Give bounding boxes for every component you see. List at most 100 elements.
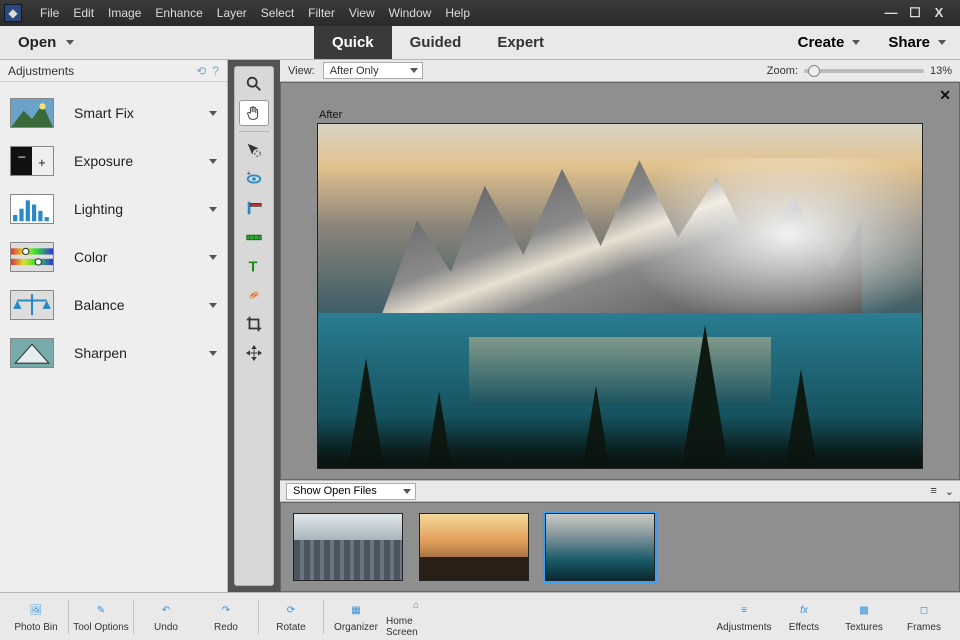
- canvas-stage: ✕ After: [280, 82, 960, 480]
- bin-thumb-1[interactable]: [293, 513, 403, 581]
- adjustments-list: Smart Fix –+ Exposure Lighting Color Bal…: [0, 82, 227, 384]
- create-button[interactable]: Create: [784, 34, 875, 51]
- balance-icon: [10, 290, 54, 320]
- close-document-button[interactable]: ✕: [939, 87, 951, 104]
- adj-label: Exposure: [74, 153, 133, 169]
- adj-balance[interactable]: Balance: [10, 290, 217, 320]
- smart-fix-icon: [10, 98, 54, 128]
- chevron-down-icon: [209, 159, 217, 164]
- tool-options-icon: ✎: [90, 601, 112, 621]
- menubar: File Edit Image Enhance Layer Select Fil…: [26, 6, 470, 20]
- menu-enhance[interactable]: Enhance: [155, 6, 202, 20]
- bin-dropdown[interactable]: Show Open Files: [286, 483, 416, 500]
- menu-select[interactable]: Select: [261, 6, 294, 20]
- adj-exposure[interactable]: –+ Exposure: [10, 146, 217, 176]
- frames-icon: ◻: [913, 601, 935, 621]
- menu-file[interactable]: File: [40, 6, 59, 20]
- menu-edit[interactable]: Edit: [73, 6, 94, 20]
- workspace: Adjustments ⟲ ? Smart Fix –+ Exposure Li…: [0, 60, 960, 592]
- tab-quick[interactable]: Quick: [314, 26, 392, 59]
- photo-bin: [280, 502, 960, 592]
- app-logo-icon: ◆: [4, 4, 22, 22]
- redo-button[interactable]: ↷Redo: [196, 595, 256, 639]
- minimize-button[interactable]: —: [884, 5, 898, 21]
- menu-image[interactable]: Image: [108, 6, 141, 20]
- redeye-tool[interactable]: +: [239, 166, 269, 192]
- tool-options-button[interactable]: ✎Tool Options: [71, 595, 131, 639]
- document-canvas[interactable]: [317, 123, 923, 469]
- mode-tabs: Quick Guided Expert: [314, 26, 562, 59]
- chevron-down-icon: [209, 255, 217, 260]
- home-button[interactable]: ⌂Home Screen: [386, 595, 446, 639]
- share-button[interactable]: Share: [874, 34, 960, 51]
- view-label: View:: [288, 65, 315, 77]
- chevron-down-icon: [852, 40, 860, 45]
- zoom-slider[interactable]: [804, 69, 924, 73]
- actionbar: Open Quick Guided Expert Create Share: [0, 26, 960, 60]
- open-button[interactable]: Open: [0, 26, 92, 59]
- adj-lighting[interactable]: Lighting: [10, 194, 217, 224]
- zoom-label: Zoom:: [767, 65, 798, 77]
- maximize-button[interactable]: ☐: [908, 5, 922, 21]
- chevron-down-icon: [410, 68, 418, 73]
- move-tool[interactable]: [239, 340, 269, 366]
- photo-bin-button[interactable]: 🖼Photo Bin: [6, 595, 66, 639]
- organizer-button[interactable]: ▦Organizer: [326, 595, 386, 639]
- bin-thumb-3[interactable]: [545, 513, 655, 581]
- menu-help[interactable]: Help: [445, 6, 470, 20]
- adjustments-header: Adjustments ⟲ ?: [0, 60, 227, 82]
- app-icon: ◆: [0, 0, 26, 26]
- zoom-value: 13%: [930, 65, 952, 77]
- photo-bin-icon: 🖼: [25, 601, 47, 621]
- adj-label: Sharpen: [74, 345, 127, 361]
- bin-thumb-2[interactable]: [419, 513, 529, 581]
- menu-window[interactable]: Window: [389, 6, 432, 20]
- svg-text:+: +: [38, 156, 45, 170]
- view-dropdown[interactable]: After Only: [323, 62, 423, 79]
- close-button[interactable]: X: [932, 5, 946, 21]
- tab-expert[interactable]: Expert: [479, 26, 562, 59]
- chevron-down-icon: [209, 303, 217, 308]
- fx-icon: fx: [793, 601, 815, 621]
- effects-button[interactable]: fxEffects: [774, 595, 834, 639]
- sliders-icon: ≡: [733, 601, 755, 621]
- adj-color[interactable]: Color: [10, 242, 217, 272]
- textures-button[interactable]: ▩Textures: [834, 595, 894, 639]
- menu-view[interactable]: View: [349, 6, 375, 20]
- toolbox: + T: [234, 66, 274, 586]
- view-value: After Only: [330, 65, 379, 77]
- adjustments-button[interactable]: ≡Adjustments: [714, 595, 774, 639]
- open-label: Open: [18, 34, 56, 51]
- quick-select-tool[interactable]: [239, 137, 269, 163]
- crop-tool[interactable]: [239, 311, 269, 337]
- viewbar: View: After Only Zoom: 13%: [280, 60, 960, 82]
- whiten-tool[interactable]: [239, 195, 269, 221]
- rotate-icon: ⟳: [280, 601, 302, 621]
- home-icon: ⌂: [405, 595, 427, 615]
- slider-knob[interactable]: [808, 65, 820, 77]
- undo-button[interactable]: ↶Undo: [136, 595, 196, 639]
- lighting-icon: [10, 194, 54, 224]
- tab-guided[interactable]: Guided: [392, 26, 480, 59]
- menu-layer[interactable]: Layer: [217, 6, 247, 20]
- adj-smart-fix[interactable]: Smart Fix: [10, 98, 217, 128]
- sharpen-icon: [10, 338, 54, 368]
- menu-filter[interactable]: Filter: [308, 6, 335, 20]
- reset-icon[interactable]: ⟲: [196, 64, 206, 78]
- rotate-button[interactable]: ⟳Rotate: [261, 595, 321, 639]
- bin-menu-icon[interactable]: ≡: [930, 485, 936, 498]
- help-icon[interactable]: ?: [212, 64, 219, 78]
- chevron-down-icon: [66, 40, 74, 45]
- text-tool[interactable]: T: [239, 253, 269, 279]
- organizer-icon: ▦: [345, 601, 367, 621]
- heal-tool[interactable]: [239, 282, 269, 308]
- svg-text:+: +: [247, 170, 251, 177]
- straighten-tool[interactable]: [239, 224, 269, 250]
- color-icon: [10, 242, 54, 272]
- frames-button[interactable]: ◻Frames: [894, 595, 954, 639]
- adj-sharpen[interactable]: Sharpen: [10, 338, 217, 368]
- adj-label: Smart Fix: [74, 105, 134, 121]
- zoom-tool[interactable]: [239, 71, 269, 97]
- hand-tool[interactable]: [239, 100, 269, 126]
- bin-collapse-icon[interactable]: ⌄: [945, 485, 954, 498]
